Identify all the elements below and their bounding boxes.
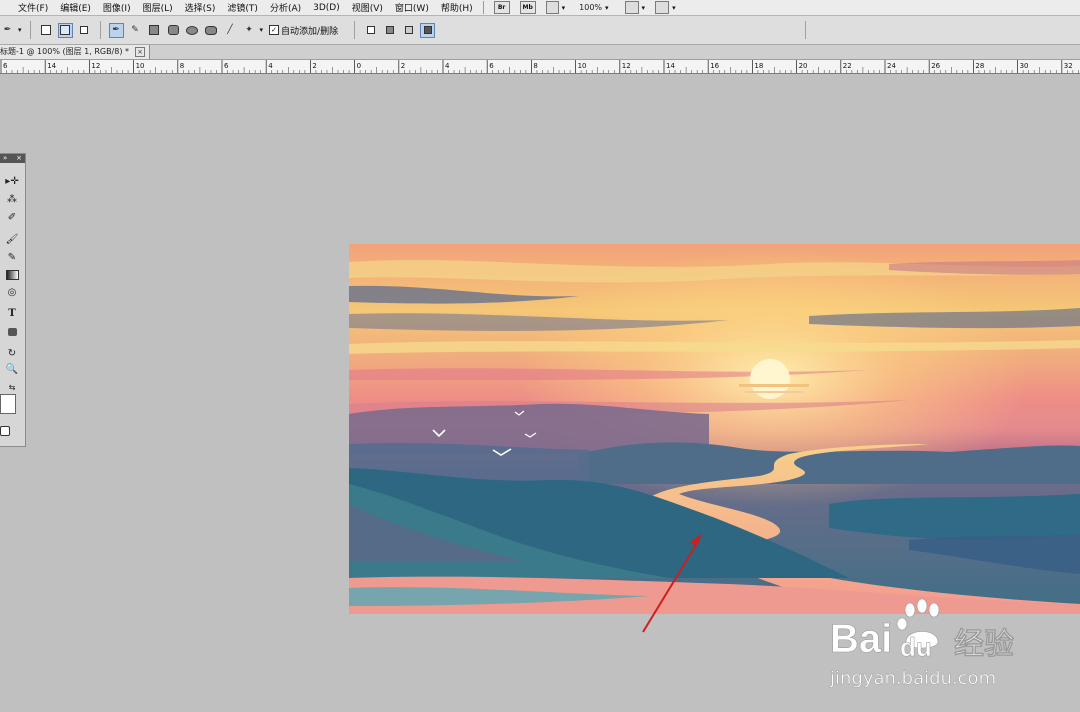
watermark-brand: Bai <box>830 617 892 661</box>
watermark-brand-suffix: 经验 <box>954 627 1014 662</box>
baidu-logo: Bai du 经验 jingyan.baidu.com <box>829 598 1014 689</box>
svg-text:du: du <box>900 632 932 662</box>
watermark-url: jingyan.baidu.com <box>829 668 996 689</box>
baidu-jingyan-watermark: Bai du 经验 jingyan.baidu.com <box>828 598 1028 692</box>
